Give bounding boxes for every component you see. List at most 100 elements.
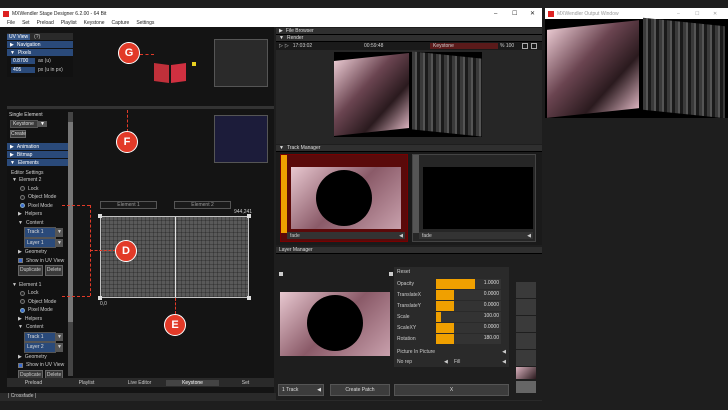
render-header[interactable]: ▼ Render <box>276 35 542 42</box>
dropdown-icon[interactable]: ▼ <box>56 332 63 341</box>
tab-set[interactable]: Set <box>219 380 272 386</box>
pixel-mode-radio[interactable] <box>20 203 25 209</box>
reset-button[interactable]: Reset <box>397 269 410 275</box>
play-alt-icon[interactable]: ▷ <box>285 43 289 49</box>
dropdown-icon[interactable]: ▼ <box>56 343 63 352</box>
tab-preload[interactable]: Preload <box>7 380 60 386</box>
bitmap-section[interactable]: ▶ Bitmap <box>7 151 73 158</box>
element2-lock[interactable]: Lock <box>12 185 73 194</box>
menu-playlist[interactable]: Playlist <box>61 20 77 26</box>
element1-track-select[interactable]: Track 1 <box>24 331 56 342</box>
element2-geometry[interactable]: ▶ Geometry <box>12 248 73 257</box>
dropdown-icon[interactable]: ▼ <box>56 228 63 237</box>
close-button[interactable]: ✕ <box>530 10 535 17</box>
layer-slot-5[interactable] <box>516 350 536 366</box>
param-slider[interactable]: 180.00 <box>436 334 501 344</box>
pixels-section[interactable]: ▼ Pixels <box>7 49 73 56</box>
layer-slot-3[interactable] <box>516 316 536 332</box>
track-button[interactable]: 1 Track ◀ <box>278 384 324 396</box>
checkbox-icon[interactable] <box>18 362 23 368</box>
maximize-button[interactable]: ☐ <box>512 10 517 17</box>
layer-slot-6[interactable] <box>516 367 536 379</box>
horizontal-splitter[interactable] <box>7 106 274 109</box>
triangle-left-icon[interactable]: ◀ <box>502 359 506 365</box>
menu-set[interactable]: Set <box>22 20 30 26</box>
param-row-translatex[interactable]: TranslateX 0.0000 <box>394 290 509 301</box>
layer-manager-header[interactable]: Layer Manager <box>276 247 542 254</box>
output-minimize-button[interactable]: – <box>677 11 680 17</box>
menu-settings[interactable]: Settings <box>136 20 154 26</box>
corner-handle-tr[interactable] <box>247 214 251 218</box>
param-slider[interactable]: 1.0000 <box>436 279 501 289</box>
layer-slot-4[interactable] <box>516 333 536 349</box>
element1-header[interactable]: ▼ Element 1 <box>12 281 73 290</box>
layer-thumbnail[interactable] <box>280 292 390 356</box>
height-field[interactable]: 405 <box>11 67 35 73</box>
track1-slot[interactable]: fade ◀ <box>280 154 408 242</box>
tab-live-editor[interactable]: Live Editor <box>113 380 166 386</box>
output-close-button[interactable]: ✕ <box>713 11 717 17</box>
checkbox-icon[interactable] <box>18 258 23 264</box>
triangle-left-icon[interactable]: ◀ <box>399 233 403 239</box>
element-type-select[interactable]: Keystone <box>10 120 38 128</box>
remove-layer-button[interactable]: X <box>394 384 509 396</box>
element2-object-mode[interactable]: Object Mode <box>12 193 73 202</box>
element2-show-uv[interactable]: Show in UV View <box>12 257 73 266</box>
layer-slot-1[interactable] <box>516 282 536 298</box>
play-icon[interactable]: ▷ <box>279 43 283 49</box>
element2-layer-select[interactable]: Layer 1 <box>24 237 56 248</box>
element1-pixel-mode[interactable]: Pixel Mode <box>12 306 73 315</box>
dropdown-icon[interactable]: ▼ <box>56 238 63 247</box>
width-field[interactable]: 0.8700 <box>11 58 35 64</box>
lock-radio[interactable] <box>20 186 25 192</box>
pixel-mode-radio[interactable] <box>20 307 25 313</box>
param-row-scalexy[interactable]: ScaleXY 0.0000 <box>394 323 509 334</box>
element1-helpers[interactable]: ▶ Helpers <box>12 315 73 324</box>
menu-capture[interactable]: Capture <box>112 20 130 26</box>
create-button[interactable]: Create <box>10 130 26 138</box>
element2-track-select[interactable]: Track 1 <box>24 227 56 238</box>
corner-handle-bl[interactable] <box>98 296 102 300</box>
corner-handle-br[interactable] <box>247 296 251 300</box>
tab-keystone[interactable]: Keystone <box>166 379 219 386</box>
param-row-opacity[interactable]: Opacity 1.0000 <box>394 279 509 290</box>
element2-content[interactable]: ▼ Content <box>12 219 73 228</box>
tab-playlist[interactable]: Playlist <box>60 380 113 386</box>
layer-slot-2[interactable] <box>516 299 536 315</box>
element2-delete-button[interactable]: Delete <box>44 265 64 276</box>
triangle-left-icon[interactable]: ◀ <box>527 233 531 239</box>
track2-slot[interactable]: fade ◀ <box>412 154 536 242</box>
element1-layer-select[interactable]: Layer 2 <box>24 342 56 353</box>
expand-icon[interactable] <box>531 43 537 49</box>
triangle-left-icon[interactable]: ◀ <box>502 349 506 355</box>
output-maximize-button[interactable]: ☐ <box>695 11 699 17</box>
element2-duplicate-button[interactable]: Duplicate <box>18 265 43 276</box>
fullscreen-icon[interactable] <box>522 43 528 49</box>
create-patch-button[interactable]: Create Patch <box>330 384 390 396</box>
uv-element-thumbnail[interactable] <box>154 62 196 84</box>
param-slider[interactable]: 0.0000 <box>436 290 501 300</box>
object-mode-radio[interactable] <box>20 299 25 305</box>
menu-keystone[interactable]: Keystone <box>84 20 105 26</box>
layer-slot-7[interactable] <box>516 381 536 393</box>
corner-handle-tl[interactable] <box>98 214 102 218</box>
element1-geometry[interactable]: ▶ Geometry <box>12 353 73 362</box>
dropdown-icon[interactable]: ▼ <box>38 121 47 127</box>
left-panel-scrollbar[interactable] <box>68 112 73 376</box>
menu-file[interactable]: File <box>7 20 15 26</box>
file-browser-header[interactable]: ▶ File Browser <box>276 28 542 35</box>
element1-content[interactable]: ▼ Content <box>12 323 73 332</box>
param-row-rotation[interactable]: Rotation 180.00 <box>394 334 509 345</box>
element2-header[interactable]: ▼ Element 2 <box>12 176 73 185</box>
track-manager-header[interactable]: ▼ Track Manager <box>276 145 542 152</box>
param-slider[interactable]: 0.0000 <box>436 323 501 333</box>
param-row-scale[interactable]: Scale 100.00 <box>394 312 509 323</box>
minimize-button[interactable]: – <box>494 11 497 17</box>
elements-section[interactable]: ▼ Elements <box>7 159 73 166</box>
triangle-left-icon[interactable]: ◀ <box>444 359 448 365</box>
animation-section[interactable]: ▶ Animation <box>7 143 73 150</box>
element1-object-mode[interactable]: Object Mode <box>12 298 73 307</box>
menu-preload[interactable]: Preload <box>37 20 54 26</box>
object-mode-radio[interactable] <box>20 194 25 200</box>
navigation-section[interactable]: ▶ Navigation <box>7 41 73 48</box>
